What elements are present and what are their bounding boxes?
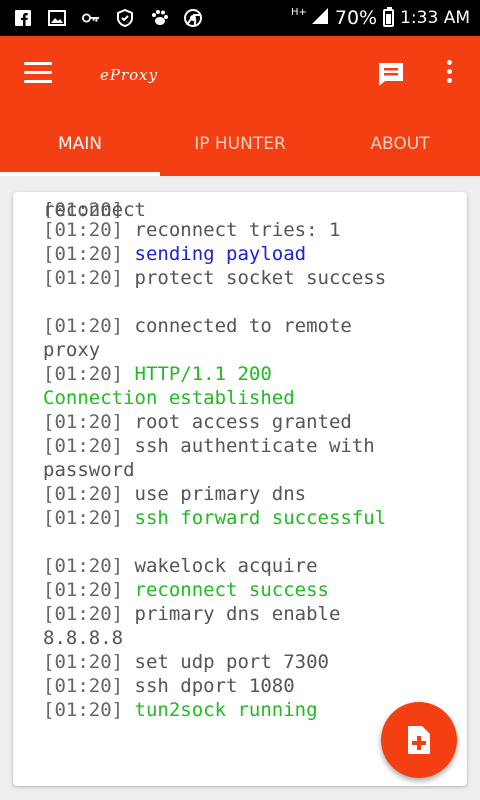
- log-message: sending payload: [134, 243, 307, 265]
- more-options-button[interactable]: [440, 60, 458, 88]
- tab-ip-hunter[interactable]: IP HUNTER: [160, 112, 320, 176]
- log-line: [01:20] primary dns enable 8.8.8.8: [43, 602, 453, 650]
- log-blank-line: [43, 290, 453, 314]
- log-message: tun2sock running: [134, 699, 318, 721]
- log-timestamp: [01:20]: [43, 411, 135, 433]
- battery-icon: [383, 7, 395, 27]
- clock: 1:33 AM: [400, 8, 470, 28]
- battery-percent: 70%: [334, 7, 378, 29]
- hamburger-icon-line: [24, 80, 52, 83]
- log-card[interactable]: [01:20] ssh try reconnect[01:20] reconne…: [13, 192, 467, 786]
- log-line: [01:20] HTTP/1.1 200 Connection establis…: [43, 362, 453, 410]
- paw-icon: [150, 9, 168, 27]
- log-line: [01:20] reconnect tries: 1: [43, 218, 453, 242]
- log-timestamp: [01:20]: [43, 219, 135, 241]
- log-message: ssh dport 1080: [134, 675, 295, 697]
- log-message: root access granted: [134, 411, 352, 433]
- tab-bar: MAIN IP HUNTER ABOUT: [0, 112, 480, 176]
- log-message: set udp port 7300: [134, 651, 329, 673]
- more-vert-icon-dot: [446, 69, 452, 74]
- log-timestamp: [01:20]: [43, 651, 135, 673]
- log-line: [01:20] root access granted: [43, 410, 453, 434]
- add-file-icon: [408, 726, 430, 754]
- message-icon: [379, 63, 403, 86]
- log-output: [01:20] ssh try reconnect[01:20] reconne…: [43, 202, 453, 722]
- log-timestamp: [01:20]: [43, 675, 135, 697]
- log-timestamp: [01:20]: [43, 699, 135, 721]
- log-timestamp: [01:20]: [43, 435, 135, 457]
- status-bar: H+ 70% 1:33 AM: [0, 0, 480, 36]
- menu-button[interactable]: [24, 62, 52, 84]
- chrome-icon: [184, 9, 202, 27]
- shield-icon: [116, 9, 134, 27]
- add-file-button[interactable]: [381, 702, 457, 778]
- log-line: [01:20] use primary dns: [43, 482, 453, 506]
- notification-icons: [14, 9, 202, 27]
- log-message: ssh try reconnect: [43, 202, 146, 218]
- system-status: H+ 70% 1:33 AM: [291, 7, 470, 30]
- log-line: [01:20] connected to remote proxy: [43, 314, 453, 362]
- log-line: [01:20] reconnect success: [43, 578, 453, 602]
- hamburger-icon-line: [24, 71, 52, 74]
- log-timestamp: [01:20]: [43, 267, 135, 289]
- log-timestamp: [01:20]: [43, 483, 135, 505]
- log-line: [01:20] ssh try reconnect: [43, 202, 453, 218]
- log-message: reconnect tries: 1: [134, 219, 341, 241]
- tab-main[interactable]: MAIN: [0, 112, 160, 176]
- log-timestamp: [01:20]: [43, 507, 135, 529]
- log-message: protect socket success: [134, 267, 387, 289]
- log-timestamp: [01:20]: [43, 555, 135, 577]
- log-line: [01:20] set udp port 7300: [43, 650, 453, 674]
- message-button[interactable]: [376, 60, 406, 88]
- log-message: use primary dns: [134, 483, 307, 505]
- log-line: [01:20] sending payload: [43, 242, 453, 266]
- log-message: wakelock acquire: [134, 555, 318, 577]
- log-line: [01:20] protect socket success: [43, 266, 453, 290]
- hamburger-icon: [24, 62, 52, 65]
- log-message: ssh forward successful: [134, 507, 387, 529]
- log-timestamp: [01:20]: [43, 579, 135, 601]
- log-message: reconnect success: [134, 579, 329, 601]
- app-title: eProxy: [100, 66, 159, 84]
- log-timestamp: [01:20]: [43, 363, 135, 385]
- log-timestamp: [01:20]: [43, 603, 135, 625]
- network-type: H+: [290, 6, 307, 18]
- signal-icon: [311, 7, 329, 30]
- key-icon: [82, 9, 100, 27]
- image-icon: [48, 9, 66, 27]
- log-line: [01:20] ssh forward successful: [43, 506, 453, 530]
- log-blank-line: [43, 530, 453, 554]
- log-line: [01:20] ssh dport 1080: [43, 674, 453, 698]
- log-timestamp: [01:20]: [43, 315, 135, 337]
- log-timestamp: [01:20]: [43, 243, 135, 265]
- facebook-icon: [14, 9, 32, 27]
- tab-about[interactable]: ABOUT: [320, 112, 480, 176]
- log-line: [01:20] ssh authenticate with password: [43, 434, 453, 482]
- log-line: [01:20] wakelock acquire: [43, 554, 453, 578]
- more-vert-icon: [446, 60, 452, 65]
- more-vert-icon-dot: [446, 78, 452, 83]
- app-toolbar: eProxy: [0, 36, 480, 112]
